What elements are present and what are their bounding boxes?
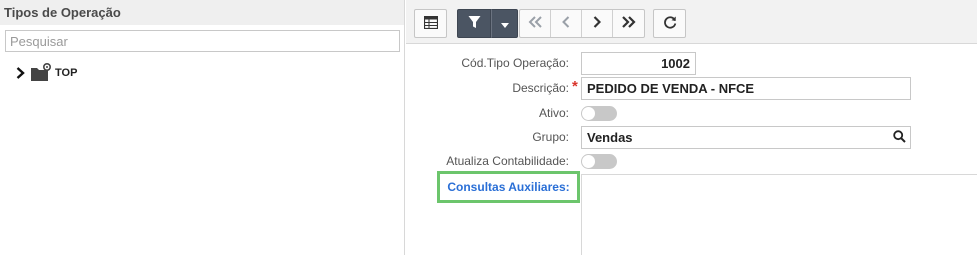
consultas-auxiliares-label: Consultas Auxiliares: — [447, 180, 570, 194]
ativo-toggle[interactable] — [581, 106, 617, 121]
atualiza-contabilidade-row: Atualiza Contabilidade: — [406, 150, 977, 172]
grupo-label: Grupo: — [532, 130, 569, 144]
filter-dropdown-button[interactable] — [491, 9, 518, 38]
descricao-label: Descrição: — [512, 81, 569, 95]
chevron-right-icon[interactable] — [14, 62, 26, 84]
next-record-button[interactable] — [582, 10, 613, 37]
record-navigation — [519, 9, 645, 38]
cod-tipo-operacao-label: Cód.Tipo Operação: — [461, 56, 569, 70]
grid-icon — [423, 15, 438, 32]
grupo-field[interactable]: Vendas — [581, 126, 911, 149]
cod-tipo-operacao-row: Cód.Tipo Operação: 1002 — [406, 52, 977, 75]
toggle-knob — [582, 155, 595, 168]
search-icon[interactable] — [893, 130, 906, 146]
ativo-label: Ativo: — [538, 106, 569, 120]
toolbar — [406, 0, 977, 44]
ativo-row: Ativo: — [406, 102, 977, 124]
folder-gear-icon — [30, 62, 52, 83]
atualiza-contabilidade-toggle[interactable] — [581, 154, 617, 169]
cod-tipo-operacao-field[interactable]: 1002 — [581, 52, 696, 75]
divider — [581, 174, 977, 175]
left-panel: Tipos de Operação TOP — [0, 0, 405, 255]
last-record-button[interactable] — [613, 10, 644, 37]
filter-button[interactable] — [457, 9, 491, 38]
caret-down-icon — [500, 17, 509, 31]
previous-record-button[interactable] — [551, 10, 582, 37]
descricao-row: Descrição: * PEDIDO DE VENDA - NFCE — [406, 77, 977, 100]
atualiza-contabilidade-label: Atualiza Contabilidade: — [446, 154, 569, 168]
search-input[interactable] — [5, 30, 400, 52]
tree-node-label: TOP — [55, 67, 78, 79]
record-form: Cód.Tipo Operação: 1002 Descrição: * PED… — [406, 45, 977, 255]
filter-icon — [468, 15, 481, 32]
grupo-value: Vendas — [587, 130, 633, 145]
double-chevron-left-icon — [528, 16, 542, 31]
chevron-left-icon — [562, 16, 570, 31]
grid-view-button[interactable] — [414, 9, 447, 38]
descricao-field[interactable]: PEDIDO DE VENDA - NFCE — [581, 77, 911, 100]
refresh-button[interactable] — [653, 9, 686, 38]
required-marker: * — [572, 78, 578, 95]
chevron-right-icon — [593, 16, 602, 31]
double-chevron-right-icon — [621, 16, 636, 31]
tree-node-top[interactable]: TOP — [14, 62, 77, 84]
app-root: Tipos de Operação TOP — [0, 0, 977, 255]
toggle-knob — [582, 107, 595, 120]
panel-title: Tipos de Operação — [0, 0, 404, 25]
consultas-auxiliares-link[interactable]: Consultas Auxiliares: — [437, 171, 580, 203]
divider — [581, 174, 582, 255]
refresh-icon — [663, 15, 677, 32]
first-record-button[interactable] — [520, 10, 551, 37]
grupo-row: Grupo: Vendas — [406, 126, 977, 149]
right-panel: Cód.Tipo Operação: 1002 Descrição: * PED… — [406, 0, 977, 255]
